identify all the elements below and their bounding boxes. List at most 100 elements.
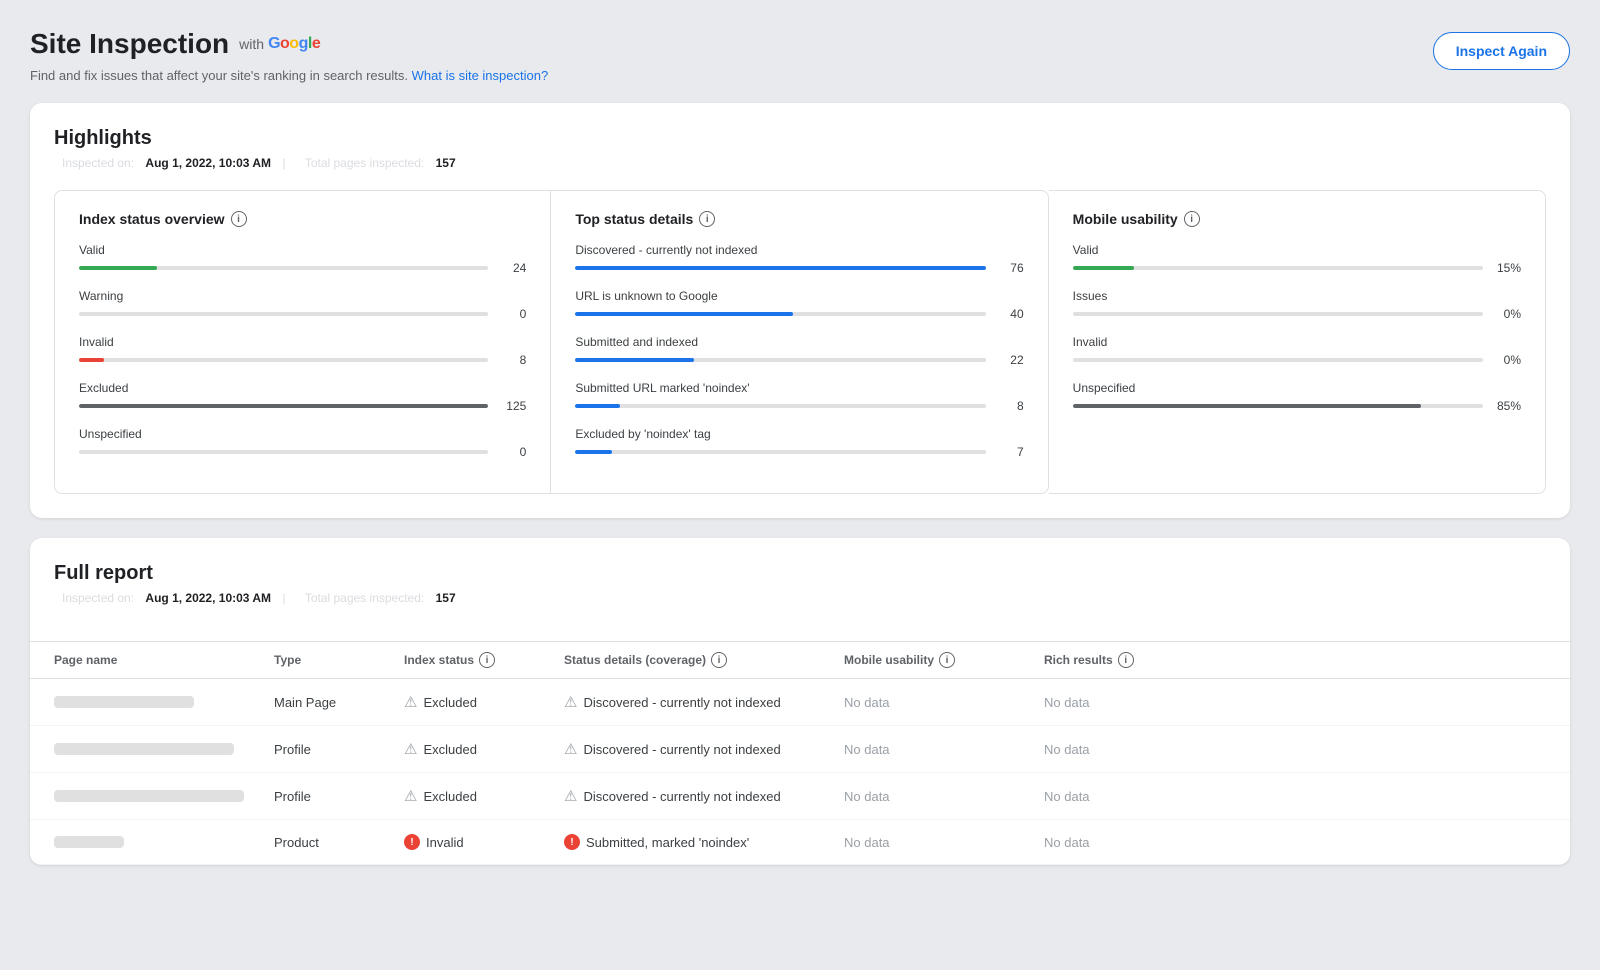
td-page-name bbox=[54, 743, 274, 755]
bar-value: 8 bbox=[994, 399, 1024, 413]
metric-label: Excluded bbox=[79, 381, 526, 395]
status-badge-index: ⚠ Excluded bbox=[404, 787, 564, 805]
metric-row: Valid 24 bbox=[79, 243, 526, 275]
metric-label: Issues bbox=[1073, 289, 1521, 303]
metric-label: Invalid bbox=[1073, 335, 1521, 349]
bar-row: 22 bbox=[575, 353, 1023, 367]
bar-track bbox=[1073, 404, 1483, 408]
status-details-col-info-icon[interactable]: i bbox=[711, 652, 727, 668]
th-mobile-usability: Mobile usability i bbox=[844, 652, 1044, 668]
bar-value: 15% bbox=[1491, 261, 1521, 275]
metric-label: Submitted and indexed bbox=[575, 335, 1023, 349]
inspect-again-button[interactable]: Inspect Again bbox=[1433, 32, 1570, 70]
metric-row: Invalid 0% bbox=[1073, 335, 1521, 367]
subtitle: Find and fix issues that affect your sit… bbox=[30, 68, 548, 83]
bar-track bbox=[79, 312, 488, 316]
bar-row: 76 bbox=[575, 261, 1023, 275]
metric-row: Valid 15% bbox=[1073, 243, 1521, 275]
bar-value: 22 bbox=[994, 353, 1024, 367]
bar-fill bbox=[1073, 266, 1135, 270]
th-index-status: Index status i bbox=[404, 652, 564, 668]
table-row[interactable]: Product ! Invalid ! Submitted, marked 'n… bbox=[30, 820, 1570, 865]
table-header: Page name Type Index status i Status det… bbox=[30, 641, 1570, 679]
top-status-title: Top status details i bbox=[575, 211, 1023, 227]
th-page-name: Page name bbox=[54, 652, 274, 668]
mobile-col-info-icon[interactable]: i bbox=[939, 652, 955, 668]
td-page-name bbox=[54, 790, 274, 802]
metric-row: Submitted and indexed 22 bbox=[575, 335, 1023, 367]
bar-track bbox=[575, 266, 985, 270]
metric-row: Unspecified 0 bbox=[79, 427, 526, 459]
bar-value: 0 bbox=[496, 445, 526, 459]
td-type: Main Page bbox=[274, 695, 404, 710]
bar-track bbox=[1073, 266, 1483, 270]
td-status-details: ! Submitted, marked 'noindex' bbox=[564, 834, 844, 850]
index-status-section: Index status overview i Valid 24 Warning bbox=[54, 190, 551, 494]
bar-track bbox=[575, 404, 985, 408]
td-type: Profile bbox=[274, 742, 404, 757]
bar-row: 24 bbox=[79, 261, 526, 275]
bar-value: 0% bbox=[1491, 307, 1521, 321]
th-type: Type bbox=[274, 652, 404, 668]
bar-value: 0% bbox=[1491, 353, 1521, 367]
page-name-blur bbox=[54, 743, 234, 755]
index-status-col-info-icon[interactable]: i bbox=[479, 652, 495, 668]
td-type: Profile bbox=[274, 789, 404, 804]
mobile-usability-info-icon[interactable]: i bbox=[1184, 211, 1200, 227]
metric-row: URL is unknown to Google 40 bbox=[575, 289, 1023, 321]
bar-track bbox=[575, 450, 985, 454]
bar-track bbox=[79, 450, 488, 454]
th-rich-results: Rich results i bbox=[1044, 652, 1194, 668]
highlights-card: Highlights Inspected on: Aug 1, 2022, 10… bbox=[30, 103, 1570, 518]
metric-label: Excluded by 'noindex' tag bbox=[575, 427, 1023, 441]
excluded-detail-icon: ⚠ bbox=[564, 787, 577, 805]
td-rich: No data bbox=[1044, 835, 1194, 850]
table-row[interactable]: Profile ⚠ Excluded ⚠ Discovered - curren… bbox=[30, 726, 1570, 773]
bar-track bbox=[575, 358, 985, 362]
excluded-icon: ⚠ bbox=[404, 693, 417, 711]
full-report-subtitle: Inspected on: Aug 1, 2022, 10:03 AM | To… bbox=[54, 591, 1546, 605]
bar-fill bbox=[79, 266, 157, 270]
bar-row: 0 bbox=[79, 307, 526, 321]
table-row[interactable]: Profile ⚠ Excluded ⚠ Discovered - curren… bbox=[30, 773, 1570, 820]
bar-value: 8 bbox=[496, 353, 526, 367]
metric-label: Valid bbox=[1073, 243, 1521, 257]
metric-label: URL is unknown to Google bbox=[575, 289, 1023, 303]
metric-label: Unspecified bbox=[79, 427, 526, 441]
top-status-info-icon[interactable]: i bbox=[699, 211, 715, 227]
invalid-detail-icon: ! bbox=[564, 834, 580, 850]
td-rich: No data bbox=[1044, 695, 1194, 710]
bar-value: 76 bbox=[994, 261, 1024, 275]
status-badge-detail: ⚠ Discovered - currently not indexed bbox=[564, 740, 844, 758]
page-name-blur bbox=[54, 836, 124, 848]
bar-row: 7 bbox=[575, 445, 1023, 459]
bar-track bbox=[79, 404, 488, 408]
metric-label: Warning bbox=[79, 289, 526, 303]
top-status-metrics: Discovered - currently not indexed 76 UR… bbox=[575, 243, 1023, 459]
td-index-status: ⚠ Excluded bbox=[404, 787, 564, 805]
th-status-details: Status details (coverage) i bbox=[564, 652, 844, 668]
rich-results-col-info-icon[interactable]: i bbox=[1118, 652, 1134, 668]
title-row: Site Inspection with Google bbox=[30, 28, 548, 60]
td-mobile: No data bbox=[844, 742, 1044, 757]
table-row[interactable]: Main Page ⚠ Excluded ⚠ Discovered - curr… bbox=[30, 679, 1570, 726]
bar-row: 0% bbox=[1073, 353, 1521, 367]
index-status-info-icon[interactable]: i bbox=[231, 211, 247, 227]
metric-row: Excluded 125 bbox=[79, 381, 526, 413]
index-metrics: Valid 24 Warning 0 Invalid bbox=[79, 243, 526, 459]
bar-fill bbox=[575, 450, 612, 454]
page-title: Site Inspection bbox=[30, 28, 229, 60]
full-report-header: Full report Inspected on: Aug 1, 2022, 1… bbox=[30, 538, 1570, 641]
bar-fill bbox=[79, 404, 488, 408]
mobile-usability-section: Mobile usability i Valid 15% Issues 0% bbox=[1049, 190, 1546, 494]
bar-row: 8 bbox=[79, 353, 526, 367]
bar-row: 40 bbox=[575, 307, 1023, 321]
metric-label: Discovered - currently not indexed bbox=[575, 243, 1023, 257]
td-mobile: No data bbox=[844, 789, 1044, 804]
page-header: Site Inspection with Google Find and fix… bbox=[30, 20, 1570, 83]
bar-track bbox=[1073, 312, 1483, 316]
table-rows: Main Page ⚠ Excluded ⚠ Discovered - curr… bbox=[30, 679, 1570, 865]
status-badge-detail: ⚠ Discovered - currently not indexed bbox=[564, 787, 844, 805]
subtitle-link[interactable]: What is site inspection? bbox=[412, 68, 549, 83]
bar-track bbox=[575, 312, 985, 316]
